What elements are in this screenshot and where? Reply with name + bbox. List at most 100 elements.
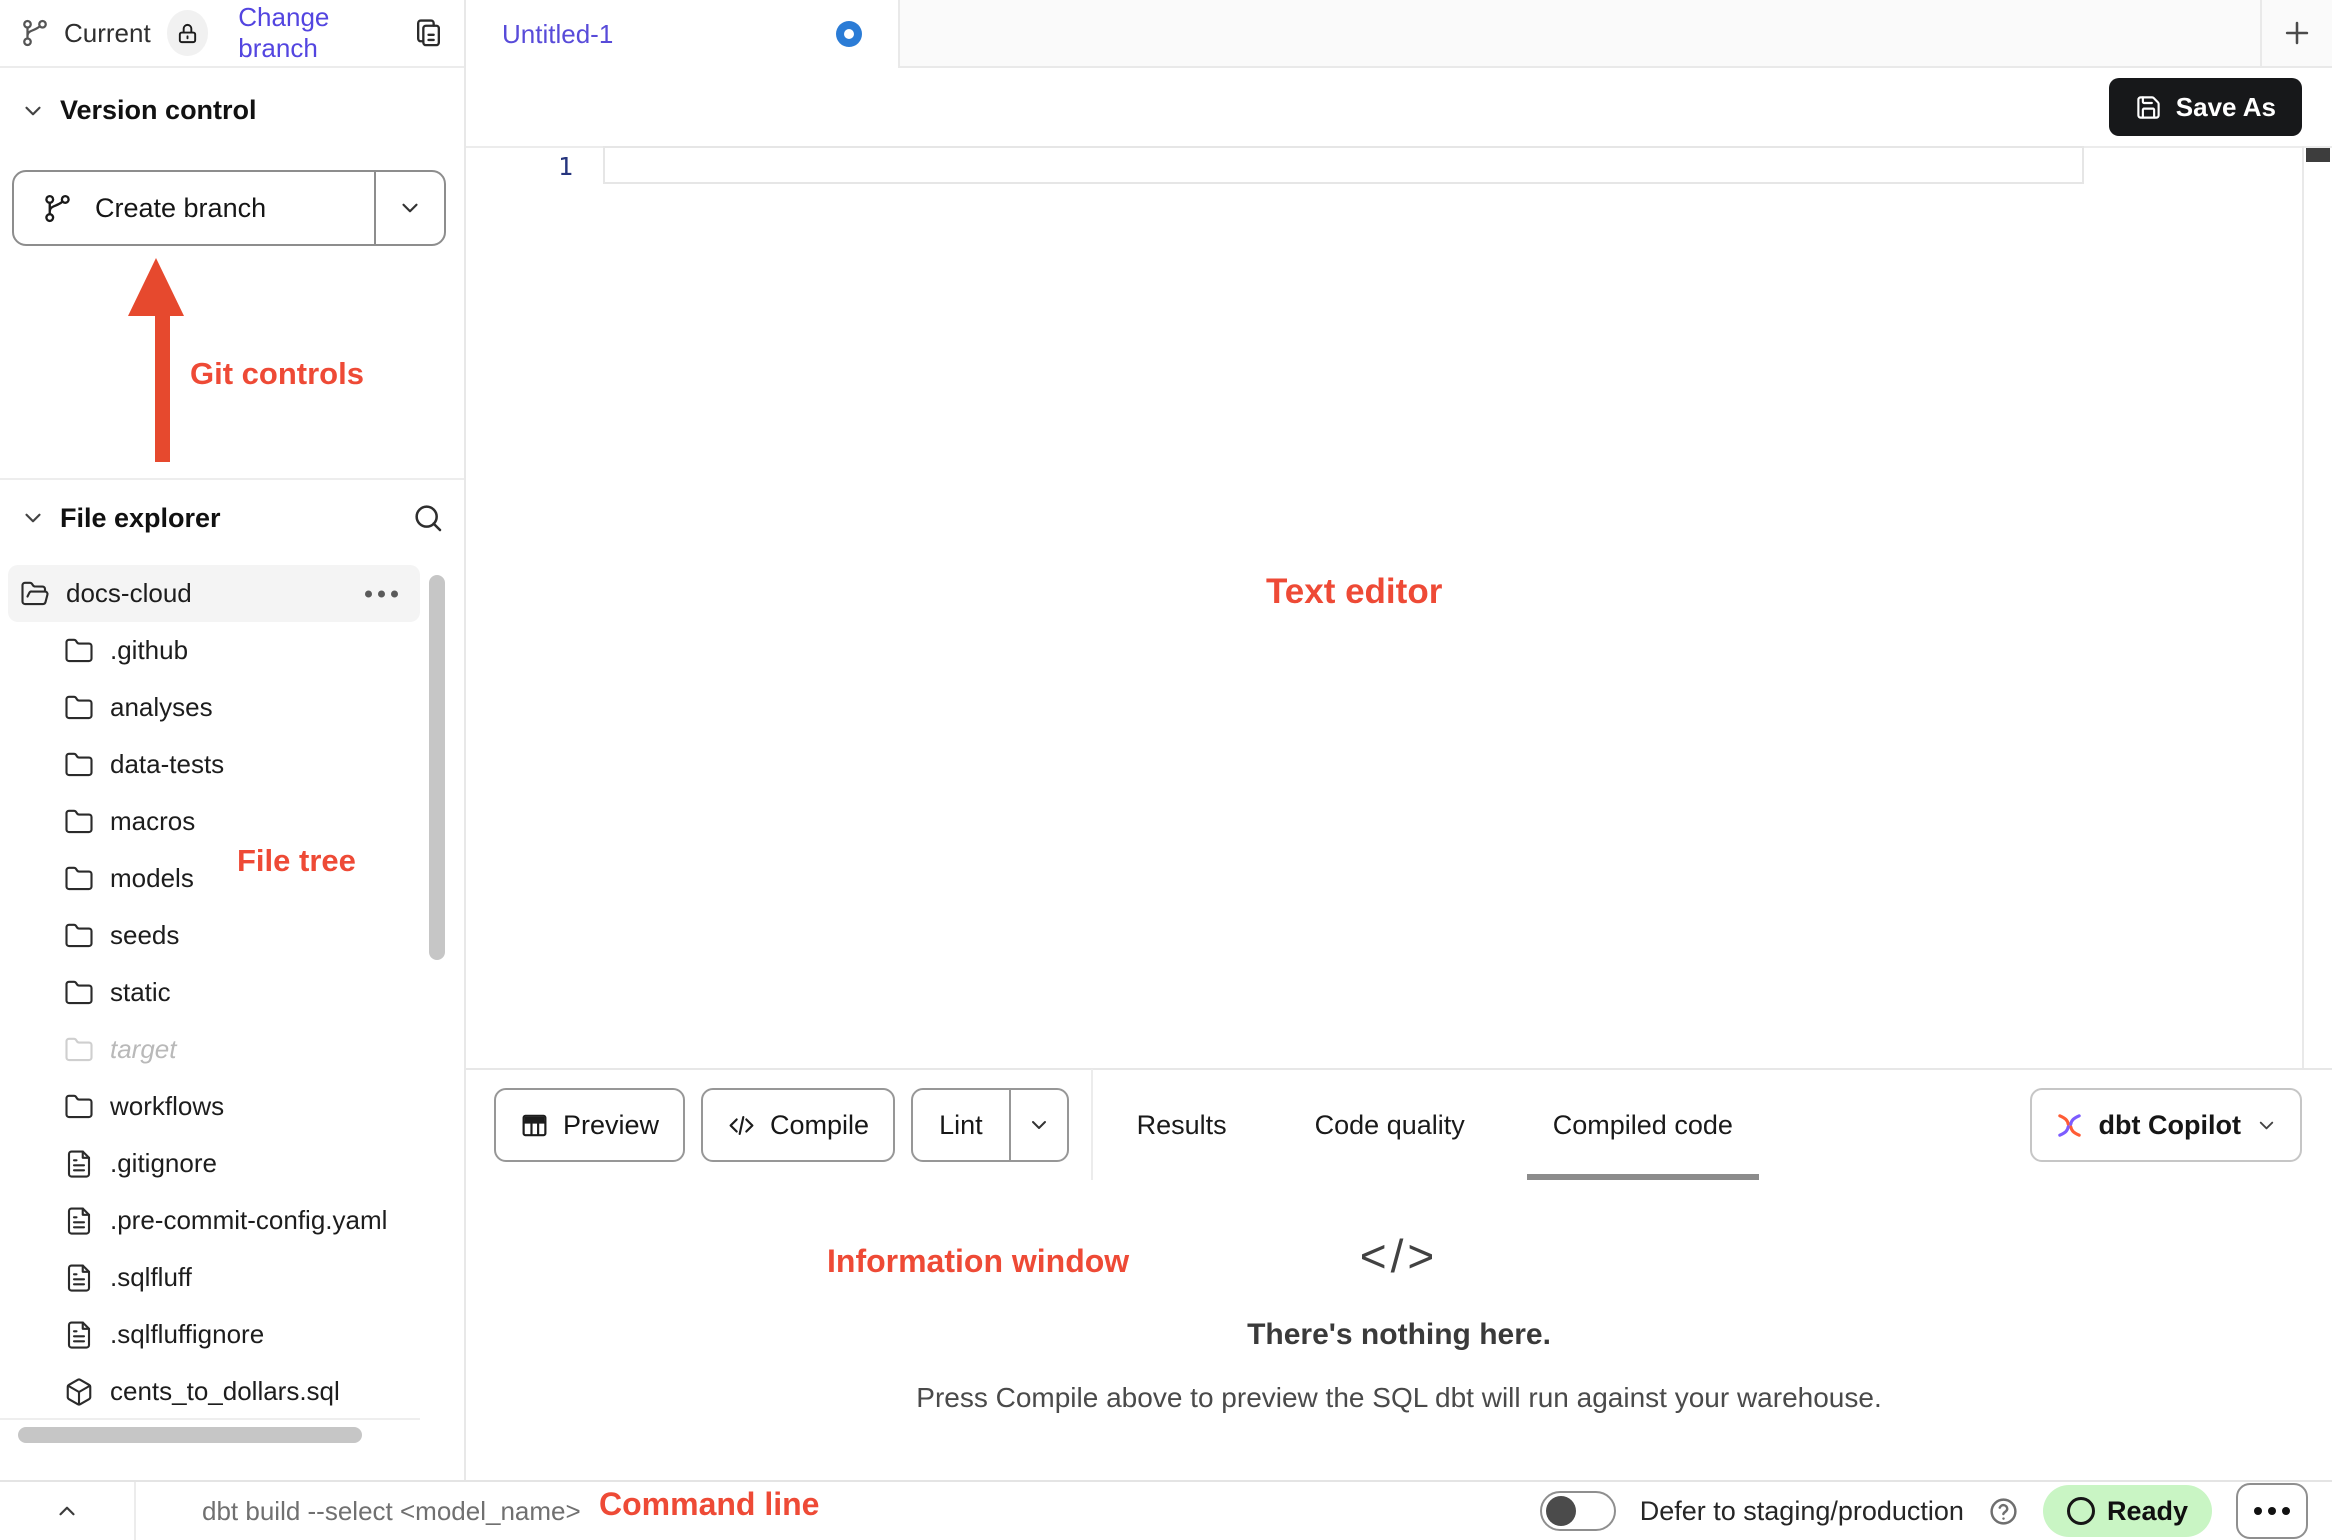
tree-item-label: macros xyxy=(110,806,195,837)
tab-untitled-1[interactable]: Untitled-1 xyxy=(466,0,898,68)
annotation-git-controls: Git controls xyxy=(190,356,364,392)
tree-item[interactable]: cents_to_dollars.sql xyxy=(0,1363,464,1420)
annotation-information-window: Information window xyxy=(827,1243,1129,1280)
tree-item-label: .sqlfluff xyxy=(110,1262,192,1293)
tree-item[interactable]: target xyxy=(0,1021,464,1078)
more-options-button[interactable] xyxy=(2236,1483,2308,1539)
defer-label: Defer to staging/production xyxy=(1640,1496,1964,1527)
tree-vertical-scrollbar[interactable] xyxy=(429,575,445,960)
tree-item[interactable]: data-tests xyxy=(0,736,464,793)
tree-item-label: seeds xyxy=(110,920,179,951)
search-icon[interactable] xyxy=(412,502,444,534)
file-icon xyxy=(64,1263,94,1293)
preview-button[interactable]: Preview xyxy=(494,1088,685,1162)
lock-icon xyxy=(176,22,199,45)
save-as-button[interactable]: Save As xyxy=(2109,78,2302,136)
file-explorer-title: File explorer xyxy=(60,503,221,534)
tree-horizontal-scrollbar[interactable] xyxy=(18,1427,362,1443)
folder-open-icon xyxy=(20,579,50,609)
editor-scrollbar-thumb[interactable] xyxy=(2306,148,2330,162)
tree-item-label: models xyxy=(110,863,194,894)
help-icon[interactable] xyxy=(1988,1496,2019,1527)
tab-results[interactable]: Results xyxy=(1093,1069,1271,1181)
more-actions-icon[interactable] xyxy=(365,590,398,597)
lint-button[interactable]: Lint xyxy=(913,1090,1009,1160)
status-circle-icon xyxy=(2067,1497,2095,1525)
tree-item[interactable]: static xyxy=(0,964,464,1021)
save-as-label: Save As xyxy=(2176,92,2276,123)
tree-item[interactable]: macros xyxy=(0,793,464,850)
expand-panel-button[interactable] xyxy=(0,1482,134,1540)
dbt-copilot-label: dbt Copilot xyxy=(2099,1110,2241,1141)
tree-item-label: .pre-commit-config.yaml xyxy=(110,1205,387,1236)
create-branch-dropdown[interactable] xyxy=(376,172,444,244)
file-icon xyxy=(64,1320,94,1350)
add-tab-button[interactable] xyxy=(2260,0,2332,68)
tree-item[interactable]: workflows xyxy=(0,1078,464,1135)
version-control-title: Version control xyxy=(60,95,257,126)
tree-item[interactable]: .gitignore xyxy=(0,1135,464,1192)
create-branch-label: Create branch xyxy=(95,193,266,224)
change-branch-link[interactable]: Change branch xyxy=(238,2,399,64)
current-branch-label: Current xyxy=(64,18,151,49)
tree-item-label: data-tests xyxy=(110,749,224,780)
information-window: </> There's nothing here. Press Compile … xyxy=(466,1180,2332,1480)
folder-icon xyxy=(64,1092,94,1122)
folder-icon xyxy=(64,693,94,723)
status-label: Ready xyxy=(2107,1496,2188,1527)
git-branch-icon xyxy=(20,18,50,48)
tab-compiled-code[interactable]: Compiled code xyxy=(1509,1069,1777,1181)
editor-scrollbar[interactable] xyxy=(2302,146,2332,1068)
tree-item[interactable]: models xyxy=(0,850,464,907)
current-line-highlight xyxy=(603,146,2084,184)
tree-item[interactable]: seeds xyxy=(0,907,464,964)
chevron-down-icon xyxy=(2255,1114,2278,1137)
empty-state-subtitle: Press Compile above to preview the SQL d… xyxy=(916,1382,1881,1414)
annotation-arrow-stem xyxy=(155,314,170,462)
editor-action-row: Save As xyxy=(466,68,2332,146)
empty-state-title: There's nothing here. xyxy=(1247,1318,1551,1352)
dbt-copilot-button[interactable]: dbt Copilot xyxy=(2030,1088,2302,1162)
tree-item[interactable]: .sqlfluffignore xyxy=(0,1306,464,1363)
tree-item-label: .github xyxy=(110,635,188,666)
editor-tab-bar: Untitled-1 xyxy=(466,0,2332,68)
tree-item-label: target xyxy=(110,1034,177,1065)
tree-item[interactable]: .sqlfluff xyxy=(0,1249,464,1306)
dbt-ide-screenshot: { "colors": { "annotation_red": "#ee4a36… xyxy=(0,0,2332,1540)
folder-icon xyxy=(64,807,94,837)
git-header: Current Change branch xyxy=(0,0,464,68)
tree-item-label: static xyxy=(110,977,171,1008)
sidebar: Current Change branch Version control Cr… xyxy=(0,0,466,1480)
defer-toggle[interactable] xyxy=(1540,1491,1616,1531)
save-icon xyxy=(2135,94,2162,121)
code-icon xyxy=(727,1111,756,1140)
results-toolbar: Preview Compile Lint Results Code qualit… xyxy=(466,1068,2332,1180)
tree-item-label: workflows xyxy=(110,1091,224,1122)
tree-item[interactable]: analyses xyxy=(0,679,464,736)
lint-dropdown[interactable] xyxy=(1011,1090,1067,1160)
unsaved-changes-icon[interactable] xyxy=(836,21,862,47)
annotation-file-tree: File tree xyxy=(237,843,356,879)
tab-title: Untitled-1 xyxy=(502,19,613,50)
git-branch-icon xyxy=(42,193,73,224)
tab-code-quality[interactable]: Code quality xyxy=(1271,1069,1509,1181)
folder-icon xyxy=(64,978,94,1008)
file-explorer-header[interactable]: File explorer xyxy=(20,502,444,534)
chevron-down-icon xyxy=(20,98,46,124)
annotation-text-editor: Text editor xyxy=(1266,572,1442,612)
table-icon xyxy=(520,1111,549,1140)
command-bar: Defer to staging/production Ready xyxy=(0,1480,2332,1540)
file-icon xyxy=(64,1206,94,1236)
file-tree: docs-cloud .github analyses data-tests xyxy=(0,565,464,1460)
results-panel-tabs: Results Code quality Compiled code xyxy=(1093,1069,1777,1181)
annotation-command-line: Command line xyxy=(599,1486,819,1523)
tree-item[interactable]: .github xyxy=(0,622,464,679)
copy-icon[interactable] xyxy=(413,18,444,49)
version-control-header[interactable]: Version control xyxy=(20,95,257,126)
tree-item[interactable]: docs-cloud xyxy=(8,565,420,622)
compile-button[interactable]: Compile xyxy=(701,1088,895,1162)
tree-item[interactable]: .pre-commit-config.yaml xyxy=(0,1192,464,1249)
create-branch-button[interactable]: Create branch xyxy=(12,170,446,246)
file-icon xyxy=(64,1149,94,1179)
folder-icon xyxy=(64,750,94,780)
